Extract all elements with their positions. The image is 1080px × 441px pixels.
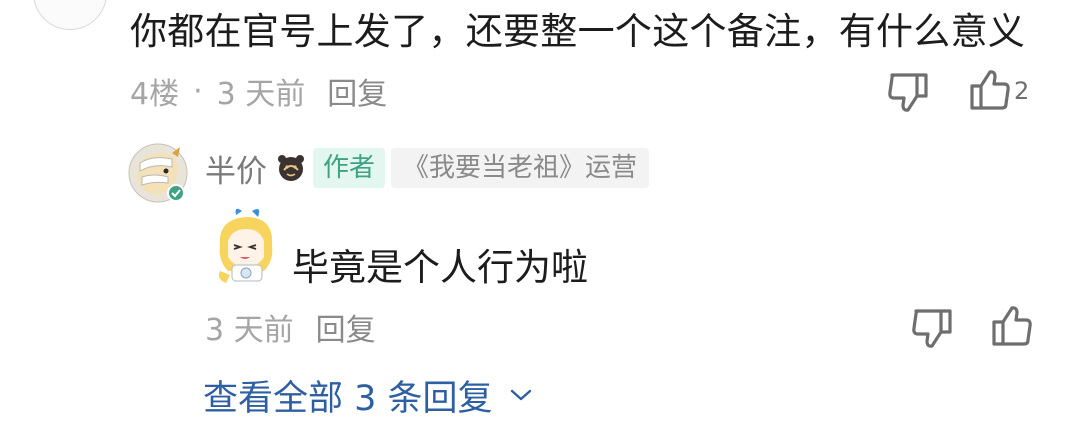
thumbs-up-icon [970,70,1010,110]
reply-meta: 3 天前 回复 [205,305,376,349]
reply-text: 毕竟是个人行为啦 [292,246,588,289]
chevron-down-icon [510,389,531,401]
comment-meta: 4楼 · 3 天前 回复 [130,69,387,113]
like-button[interactable]: 2 [966,68,1029,112]
reply-time: 3 天前 [205,313,294,348]
reply-button[interactable]: 回复 [327,69,387,113]
comment-text: 你都在官号上发了，还要整一个这个备注，有什么意义 [130,10,1026,53]
author-avatar-image [128,143,188,203]
like-count: 2 [1014,77,1030,105]
medal-badge-icon [278,155,304,181]
view-all-label: 查看全部 3 条回复 [203,378,493,419]
author-info: 半价 作者 《我要当老祖》运营 [205,146,650,191]
reply-like-button[interactable] [988,304,1034,348]
thumbs-up-icon [992,306,1032,346]
comment-thread: 你都在官号上发了，还要整一个这个备注，有什么意义 4楼 · 3 天前 回复 2 [0,0,1080,441]
meta-separator: · [193,73,203,109]
role-tag: 《我要当老祖》运营 [391,148,650,188]
thumbs-down-icon [888,73,928,112]
comment-time: 3 天前 [216,77,306,112]
author-name[interactable]: 半价 [205,146,267,191]
reply-button-2[interactable]: 回复 [316,305,376,349]
dislike-button[interactable] [886,70,932,114]
view-all-replies-link[interactable]: 查看全部 3 条回复 [203,372,533,419]
anime-girl-sticker-icon [218,208,273,283]
commenter-avatar[interactable] [33,0,107,30]
thumbs-down-icon [912,309,952,348]
sticker-image [212,205,284,287]
reply-dislike-button[interactable] [910,306,956,350]
author-avatar[interactable] [128,143,188,203]
author-tag: 作者 [313,148,386,188]
floor-number: 4楼 [130,77,180,112]
